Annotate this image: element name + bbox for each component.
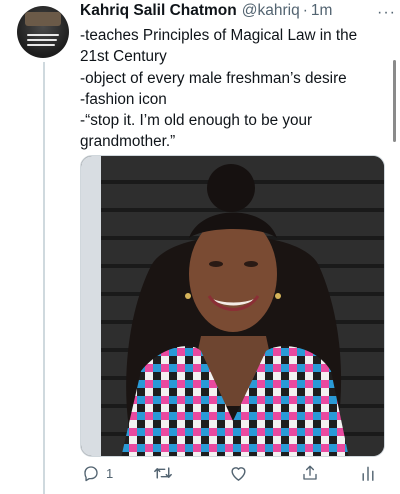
share-icon <box>303 465 317 480</box>
scrollbar[interactable] <box>393 60 396 142</box>
tweet-line: 21st Century <box>80 48 167 66</box>
tweet-line: -fashion icon <box>80 90 167 108</box>
analytics-icon <box>362 466 374 481</box>
retweet-button[interactable] <box>153 464 179 482</box>
tweet-header: Kahriq Salil Chatmon @kahriq · 1m <box>80 2 385 24</box>
header-separator: · <box>302 2 308 19</box>
tweet-time[interactable]: 1m <box>311 2 333 20</box>
author-name[interactable]: Kahriq Salil Chatmon <box>80 2 237 20</box>
photo-portrait <box>81 156 384 456</box>
tweet: Kahriq Salil Chatmon @kahriq · 1m -teach… <box>80 0 385 153</box>
reply-icon <box>84 466 98 482</box>
reply-button[interactable]: 1 <box>82 464 113 482</box>
tweet-photo[interactable] <box>80 155 385 457</box>
tweet-line: grandmother.” <box>80 133 176 151</box>
tweet-line: -“stop it. I’m old enough to be your <box>80 112 313 130</box>
heart-icon <box>231 467 246 481</box>
tweet-text: -teaches Principles of Magical Law in th… <box>80 25 385 153</box>
tweet-actions: 1 <box>80 460 385 490</box>
tweet-line: -teaches Principles of Magical Law in th… <box>80 27 358 44</box>
author-handle[interactable]: @kahriq <box>242 2 300 20</box>
thread-line <box>43 62 45 494</box>
like-button[interactable] <box>229 464 254 482</box>
tweet-line: -object of every male freshman’s desire <box>80 69 347 87</box>
reply-count: 1 <box>106 465 114 481</box>
share-button[interactable] <box>301 464 319 482</box>
avatar[interactable] <box>17 6 69 58</box>
ellipsis-icon[interactable]: ··· <box>377 4 396 22</box>
analytics-button[interactable] <box>360 464 376 482</box>
retweet-icon <box>154 467 172 479</box>
